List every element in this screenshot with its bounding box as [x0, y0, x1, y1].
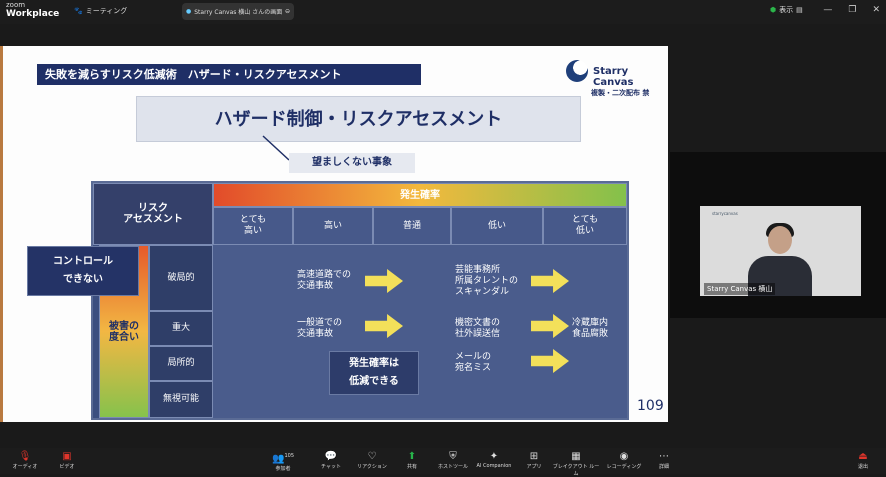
- participants-icon: 👥105: [272, 453, 294, 465]
- copyright-note: 複製・二次配布 禁: [591, 89, 650, 97]
- screen-share-icon: ●: [186, 8, 192, 15]
- chat-icon: 💬: [324, 451, 338, 462]
- apps-button[interactable]: ⊞ アプリ: [522, 450, 546, 470]
- sparkle-icon: ✦: [489, 451, 499, 462]
- shield-icon: ⛨: [449, 451, 457, 462]
- audio-button[interactable]: 🎙 オーディオ: [8, 450, 42, 470]
- video-button[interactable]: ▣ ビデオ: [52, 450, 82, 470]
- col-header: 普通: [373, 207, 451, 245]
- breakout-icon: ▦: [571, 451, 581, 462]
- close-icon[interactable]: ✕: [872, 5, 880, 15]
- more-button[interactable]: ⋯ 詳細: [654, 450, 674, 470]
- more-icon: ⋯: [659, 451, 669, 462]
- restore-icon[interactable]: ❐: [848, 5, 856, 15]
- mic-muted-icon: 🎙: [18, 451, 32, 462]
- participants-button[interactable]: 👥105 参加者: [268, 450, 298, 472]
- row-header: 無視可能: [149, 381, 213, 418]
- slide-header: 失敗を減らすリスク低減術 ハザード・リスクアセスメント: [37, 64, 421, 85]
- tab-meeting[interactable]: 🐾 ミーティング: [74, 6, 127, 16]
- row-header: 破局的: [149, 245, 213, 311]
- leave-button[interactable]: ⏏ 退出: [852, 450, 874, 470]
- breakout-rooms-button[interactable]: ▦ ブレイクアウト ルーム: [552, 450, 600, 477]
- paw-icon: 🐾: [74, 7, 83, 15]
- matrix-cell: 機密文書の 社外誤送信: [455, 318, 501, 339]
- participant-video[interactable]: starrycanvas Starry Canvas 横山: [700, 206, 861, 296]
- starry-canvas-logo-icon: [566, 60, 588, 82]
- close-tab-icon[interactable]: ⊖: [285, 8, 290, 15]
- col-header: とても 高い: [213, 207, 293, 245]
- row-header: 局所的: [149, 346, 213, 381]
- matrix-cell: 高速道路での 交通事故: [297, 270, 352, 291]
- title-bar: zoom Workplace 🐾 ミーティング ● Starry Canvas …: [0, 0, 886, 24]
- logo-text: Starry Canvas: [593, 66, 634, 88]
- reduce-box: 発生確率は 低減できる: [329, 351, 419, 395]
- tab-screen-share[interactable]: ● Starry Canvas 横山 さんの画面 ⊖: [182, 3, 294, 20]
- risk-header: リスク アセスメント: [93, 183, 213, 245]
- prob-header: 発生確率: [213, 183, 627, 207]
- view-icon: ▤: [796, 6, 803, 14]
- risk-matrix: リスク アセスメント 発生確率 とても 高い 高い 普通 低い とても 低い 被…: [91, 181, 629, 420]
- app-logo: zoom Workplace: [6, 1, 60, 19]
- share-button[interactable]: ⬆ 共有: [400, 450, 424, 470]
- ai-companion-button[interactable]: ✦ AI Companion: [474, 450, 514, 469]
- reactions-button[interactable]: ♡ リアクション: [354, 450, 390, 470]
- view-menu[interactable]: ⬢ 表示 ▤: [770, 5, 803, 15]
- record-icon: ◉: [619, 451, 629, 462]
- row-header: 重大: [149, 311, 213, 346]
- share-screen-icon: ⬆: [407, 451, 417, 462]
- chat-button[interactable]: 💬 チャット: [316, 450, 346, 470]
- participant-name: Starry Canvas 横山: [704, 283, 776, 295]
- window-controls: — ❐ ✕: [823, 5, 880, 15]
- meeting-toolbar: 🎙 オーディオ ▣ ビデオ 👥105 参加者 💬 チャット ♡ リアクション ⬆…: [0, 448, 886, 477]
- heart-icon: ♡: [367, 451, 377, 462]
- page-number: 109: [637, 398, 664, 414]
- apps-icon: ⊞: [529, 451, 539, 462]
- minimize-icon[interactable]: —: [823, 5, 832, 15]
- camera-off-icon: ▣: [62, 451, 72, 462]
- matrix-cell: メールの 宛名ミス: [455, 352, 492, 373]
- matrix-cell: 芸能事務所 所属タレントの スキャンダル: [455, 264, 519, 297]
- matrix-cell: 一般道での 交通事故: [297, 318, 343, 339]
- person-head: [768, 226, 792, 254]
- callout-label: 望ましくない事象: [289, 153, 415, 173]
- leave-icon: ⏏: [858, 451, 868, 462]
- video-logo: starrycanvas: [712, 211, 738, 216]
- host-tools-button[interactable]: ⛨ ホストツール: [436, 450, 470, 470]
- shield-icon: ⬢: [770, 6, 777, 14]
- col-header: 高い: [293, 207, 373, 245]
- col-header: 低い: [451, 207, 543, 245]
- shared-slide: 失敗を減らすリスク低減術 ハザード・リスクアセスメント Starry Canva…: [0, 46, 668, 422]
- control-box: コントロール できない: [27, 246, 139, 296]
- col-header: とても 低い: [543, 207, 627, 245]
- record-button[interactable]: ◉ レコーディング: [606, 450, 642, 470]
- main-title: ハザード制御・リスクアセスメント: [136, 96, 581, 142]
